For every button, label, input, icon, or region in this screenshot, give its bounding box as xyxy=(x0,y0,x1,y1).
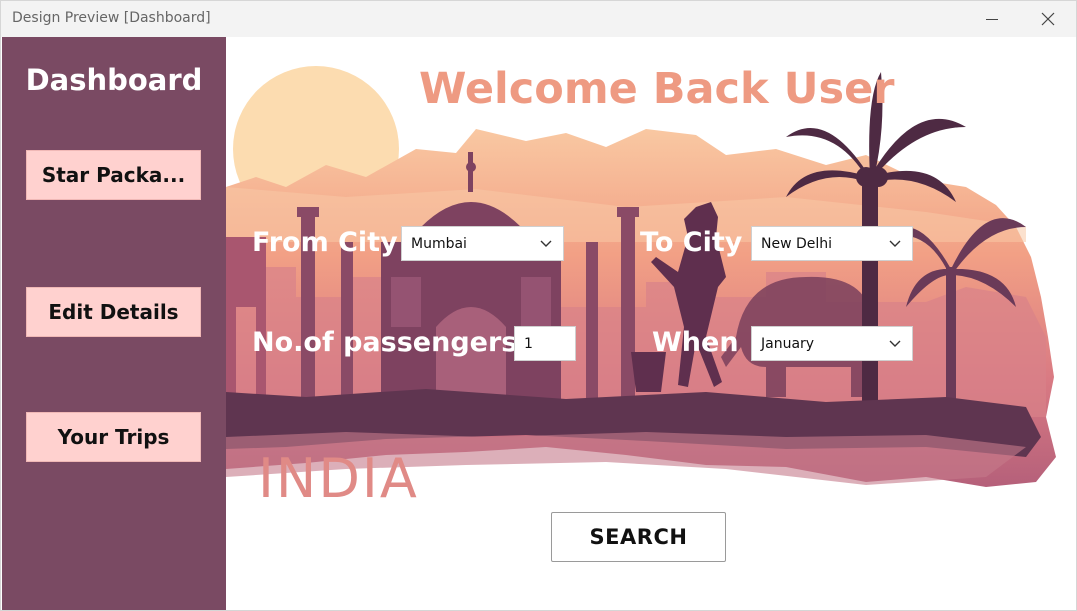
india-banner-text: INDIA xyxy=(258,447,419,510)
window-title: Design Preview [Dashboard] xyxy=(12,10,211,26)
when-select[interactable]: January xyxy=(751,326,913,361)
your-trips-button[interactable]: Your Trips xyxy=(26,412,201,462)
sidebar: Dashboard Star Packa... Edit Details You… xyxy=(2,37,226,610)
from-city-label: From City xyxy=(252,227,398,258)
chevron-down-icon xyxy=(889,240,901,247)
edit-details-button[interactable]: Edit Details xyxy=(26,287,201,337)
to-city-select[interactable]: New Delhi xyxy=(751,226,913,261)
passengers-label: No.of passengers xyxy=(252,327,518,358)
app-window: Design Preview [Dashboard] Dashboard Sta… xyxy=(0,0,1077,611)
sidebar-title: Dashboard xyxy=(25,63,203,97)
from-city-select[interactable]: Mumbai xyxy=(401,226,564,261)
when-label: When xyxy=(652,327,739,358)
chevron-down-icon xyxy=(889,340,901,347)
close-button[interactable] xyxy=(1025,1,1071,37)
from-city-value: Mumbai xyxy=(411,235,467,252)
star-packages-button[interactable]: Star Packa... xyxy=(26,150,201,200)
to-city-value: New Delhi xyxy=(761,235,833,252)
close-icon xyxy=(1041,12,1055,26)
search-button[interactable]: SEARCH xyxy=(551,512,726,562)
passengers-input[interactable]: 1 xyxy=(514,326,576,361)
welcome-heading: Welcome Back User xyxy=(419,64,895,114)
title-bar: Design Preview [Dashboard] xyxy=(1,1,1076,37)
chevron-down-icon xyxy=(540,240,552,247)
minimize-icon xyxy=(986,18,998,20)
main-panel: Welcome Back User From City Mumbai To Ci… xyxy=(226,37,1076,610)
when-value: January xyxy=(761,335,815,352)
to-city-label: To City xyxy=(640,227,743,258)
minimize-button[interactable] xyxy=(969,1,1015,37)
